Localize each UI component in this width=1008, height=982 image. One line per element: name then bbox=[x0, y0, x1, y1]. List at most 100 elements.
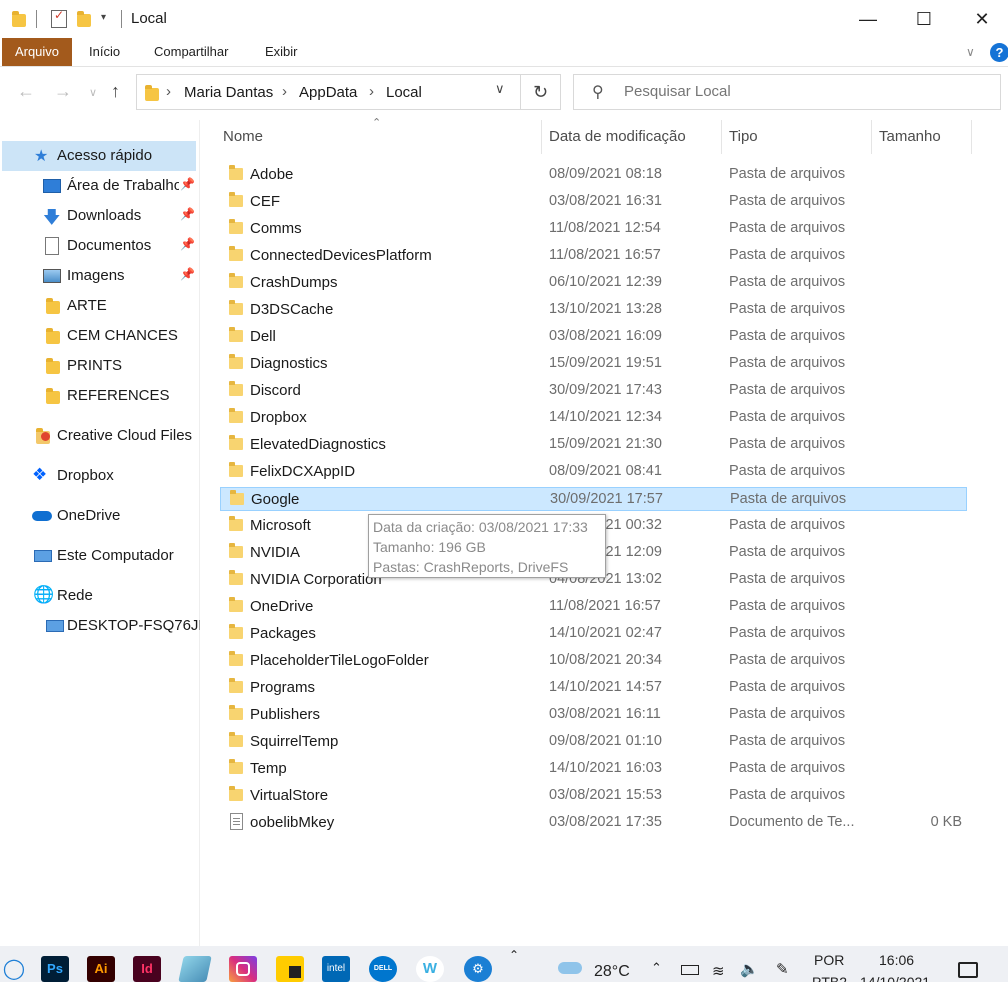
breadcrumb-local[interactable]: Local bbox=[386, 84, 422, 101]
nav-dropbox[interactable]: ❖ Dropbox bbox=[2, 461, 196, 491]
folder-row[interactable]: Publishers 03/08/2021 16:11 Pasta de arqui… bbox=[220, 703, 967, 727]
file-name: Dropbox bbox=[250, 409, 307, 426]
clock-time[interactable]: 16:06 bbox=[879, 952, 914, 968]
back-arrow-icon[interactable]: ← bbox=[17, 81, 35, 102]
chevron-right-icon[interactable]: › bbox=[282, 83, 287, 100]
nav-documents[interactable]: Documentos 📌 bbox=[2, 231, 196, 261]
photoshop-icon[interactable]: Ps bbox=[41, 956, 69, 982]
column-header-name[interactable]: Nome bbox=[223, 120, 263, 154]
keyboard-layout[interactable]: PTB2 bbox=[812, 974, 847, 982]
nav-folder-arte[interactable]: ARTE bbox=[2, 291, 196, 321]
chevron-right-icon[interactable]: › bbox=[166, 83, 171, 100]
refresh-button[interactable]: ↻ bbox=[521, 74, 561, 110]
properties-icon[interactable]: ✓ bbox=[51, 8, 67, 28]
column-header-date[interactable]: Data de modificação bbox=[549, 120, 686, 154]
column-divider[interactable] bbox=[971, 120, 972, 154]
nav-network[interactable]: 🌐 Rede bbox=[2, 581, 196, 611]
sticky-notes-icon[interactable] bbox=[276, 956, 304, 982]
column-header-size[interactable]: Tamanho bbox=[879, 120, 941, 154]
wps-icon[interactable]: W bbox=[416, 956, 444, 982]
nav-creative-cloud[interactable]: Creative Cloud Files bbox=[2, 421, 196, 451]
clock-date[interactable]: 14/10/2021 bbox=[860, 974, 930, 982]
folder-row[interactable]: Comms 11/08/2021 12:54 Pasta de arquivos bbox=[220, 217, 967, 241]
pen-icon[interactable]: ✎ bbox=[776, 960, 789, 978]
expand-ribbon-icon[interactable]: ∨ bbox=[966, 38, 975, 66]
language-indicator[interactable]: POR bbox=[814, 952, 844, 968]
folder-row[interactable]: PlaceholderTileLogoFolder 10/08/2021 20:3… bbox=[220, 649, 967, 673]
folder-row[interactable]: CrashDumps 06/10/2021 12:39 Pasta de arqui… bbox=[220, 271, 967, 295]
battery-icon[interactable] bbox=[681, 965, 699, 975]
column-divider[interactable] bbox=[541, 120, 542, 154]
folder-row[interactable]: SquirrelTemp 09/08/2021 01:10 Pasta de arq… bbox=[220, 730, 967, 754]
folder-row[interactable]: Dell 03/08/2021 16:09 Pasta de arquivos bbox=[220, 325, 967, 349]
column-divider[interactable] bbox=[871, 120, 872, 154]
tooltip-folders: Pastas: CrashReports, DriveFS bbox=[373, 559, 569, 575]
tab-arquivo[interactable]: Arquivo bbox=[2, 38, 72, 66]
folder-row[interactable]: Diagnostics 15/09/2021 19:51 Pasta de arqu… bbox=[220, 352, 967, 376]
tool-icon[interactable]: ⚙ bbox=[464, 956, 492, 982]
chevron-up-icon[interactable]: ⌃ bbox=[651, 960, 662, 976]
app-icon[interactable] bbox=[178, 956, 212, 982]
weather-icon[interactable] bbox=[558, 962, 582, 974]
chevron-right-icon[interactable]: › bbox=[369, 83, 374, 100]
folder-row[interactable]: Packages 14/10/2021 02:47 Pasta de arquivo… bbox=[220, 622, 967, 646]
file-row[interactable]: oobelibMkey 03/08/2021 17:35 Documento de … bbox=[220, 811, 967, 835]
notifications-icon[interactable] bbox=[958, 962, 978, 978]
nav-network-desktop[interactable]: DESKTOP-FSQ76JK bbox=[2, 611, 208, 641]
minimize-button[interactable]: — bbox=[840, 0, 896, 38]
folder-row[interactable]: D3DSCache 13/10/2021 13:28 Pasta de arquiv… bbox=[220, 298, 967, 322]
close-button[interactable]: ✕ bbox=[954, 0, 1008, 38]
new-folder-icon[interactable] bbox=[77, 11, 91, 27]
folder-row[interactable]: Programs 14/10/2021 14:57 Pasta de arquivo… bbox=[220, 676, 967, 700]
indesign-icon[interactable]: Id bbox=[133, 956, 161, 982]
breadcrumb-appdata[interactable]: AppData bbox=[299, 84, 357, 101]
wifi-icon[interactable]: ≋ bbox=[712, 962, 725, 980]
column-header-type[interactable]: Tipo bbox=[729, 120, 758, 154]
tab-compartilhar[interactable]: Compartilhar bbox=[154, 38, 228, 66]
nav-folder-cem-chances[interactable]: CEM CHANCES bbox=[2, 321, 196, 351]
instagram-icon[interactable] bbox=[229, 956, 257, 982]
up-arrow-icon[interactable]: ↑ bbox=[111, 81, 120, 102]
forward-arrow-icon[interactable]: → bbox=[54, 81, 72, 102]
nav-quick-access[interactable]: ★ Acesso rápido bbox=[2, 141, 196, 171]
nav-downloads[interactable]: 🡇 Downloads 📌 bbox=[2, 201, 196, 231]
volume-icon[interactable]: 🔈 bbox=[740, 960, 759, 978]
folder-row[interactable]: Google 30/09/2021 17:57 Pasta de arquivos bbox=[220, 487, 967, 511]
folder-row[interactable]: ElevatedDiagnostics 15/09/2021 21:30 Pasta… bbox=[220, 433, 967, 457]
folder-row[interactable]: Adobe 08/09/2021 08:18 Pasta de arquivos bbox=[220, 163, 967, 187]
address-dropdown-icon[interactable]: ∨ bbox=[495, 81, 505, 97]
nav-folder-references[interactable]: REFERENCES bbox=[2, 381, 196, 411]
nav-folder-prints[interactable]: PRINTS bbox=[2, 351, 196, 381]
nav-onedrive[interactable]: OneDrive bbox=[2, 501, 196, 531]
illustrator-icon[interactable]: Ai bbox=[87, 956, 115, 982]
folder-row[interactable]: ConnectedDevicesPlatform 11/08/2021 16:57… bbox=[220, 244, 967, 268]
edge-icon[interactable]: ◯ bbox=[0, 956, 28, 982]
folder-row[interactable]: Dropbox 14/10/2021 12:34 Pasta de arquivos bbox=[220, 406, 967, 430]
folder-row[interactable]: OneDrive 11/08/2021 16:57 Pasta de arquivo… bbox=[220, 595, 967, 619]
breadcrumb-maria-dantas[interactable]: Maria Dantas bbox=[184, 84, 273, 101]
tab-inicio[interactable]: Início bbox=[89, 38, 120, 66]
address-bar[interactable]: › Maria Dantas › AppData › Local ∨ bbox=[136, 74, 521, 110]
tab-exibir[interactable]: Exibir bbox=[265, 38, 298, 66]
recent-locations-icon[interactable]: ∨ bbox=[89, 86, 97, 99]
show-hidden-icons-icon[interactable]: ⌃ bbox=[509, 948, 519, 962]
intel-icon[interactable]: intel bbox=[322, 956, 350, 982]
folder-row[interactable]: CEF 03/08/2021 16:31 Pasta de arquivos bbox=[220, 190, 967, 214]
creative-cloud-icon bbox=[36, 428, 50, 444]
nav-label: Acesso rápido bbox=[57, 147, 153, 164]
customize-toolbar-icon[interactable]: ▾ bbox=[101, 12, 106, 32]
search-box[interactable]: ⚲ bbox=[573, 74, 1001, 110]
nav-this-pc[interactable]: Este Computador bbox=[2, 541, 196, 571]
weather-temp[interactable]: 28°C bbox=[594, 963, 630, 981]
maximize-button[interactable]: ☐ bbox=[896, 0, 952, 38]
column-divider[interactable] bbox=[721, 120, 722, 154]
search-input[interactable] bbox=[624, 83, 984, 100]
folder-row[interactable]: Temp 14/10/2021 16:03 Pasta de arquivos bbox=[220, 757, 967, 781]
folder-row[interactable]: VirtualStore 03/08/2021 15:53 Pasta de arq… bbox=[220, 784, 967, 808]
nav-images[interactable]: Imagens 📌 bbox=[2, 261, 196, 291]
folder-row[interactable]: FelixDCXAppID 08/09/2021 08:41 Pasta de ar… bbox=[220, 460, 967, 484]
dell-icon[interactable]: DELL bbox=[369, 956, 397, 982]
help-icon[interactable]: ? bbox=[990, 43, 1008, 62]
folder-row[interactable]: Discord 30/09/2021 17:43 Pasta de arquivos bbox=[220, 379, 967, 403]
nav-desktop[interactable]: Área de Trabalho 📌 bbox=[2, 171, 196, 201]
